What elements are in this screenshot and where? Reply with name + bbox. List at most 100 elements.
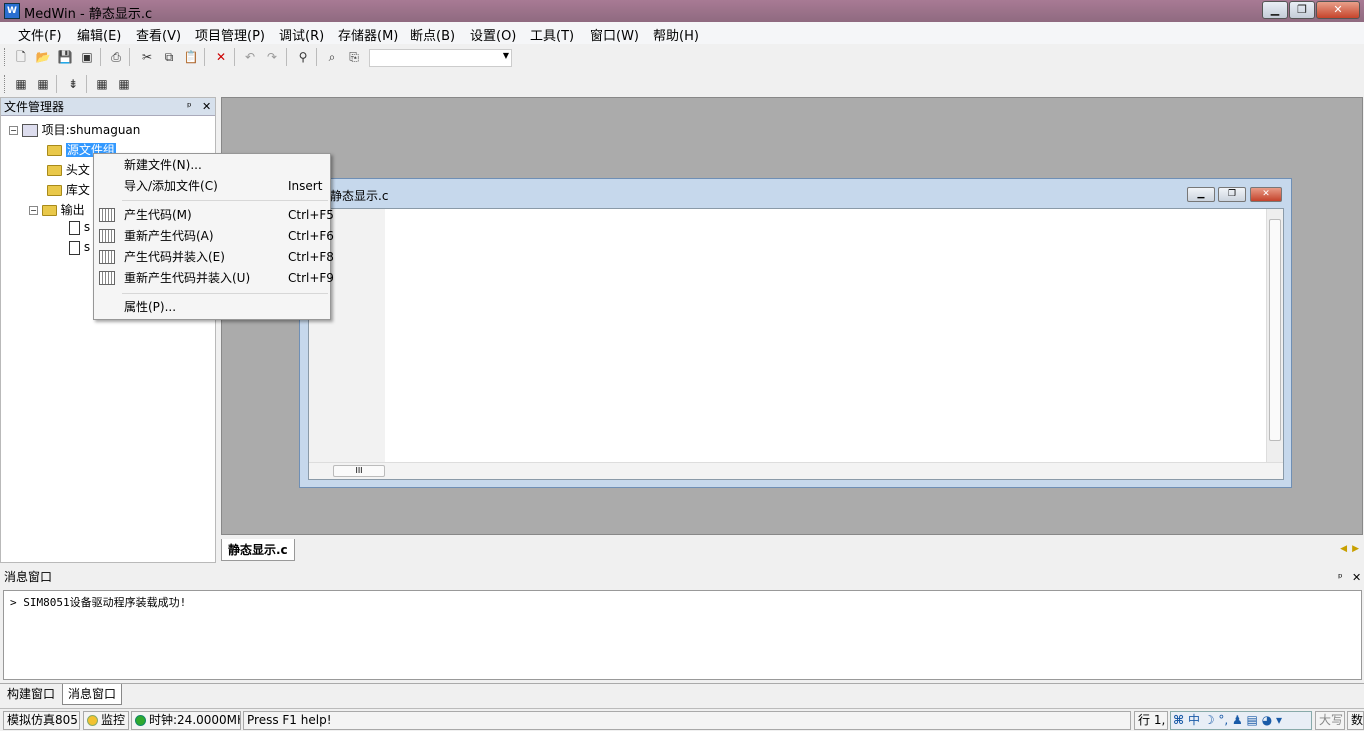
menu-breakpoint[interactable]: 断点(B) xyxy=(410,25,455,44)
menu-item-generate-and-load[interactable]: 产生代码并装入(E) Ctrl+F8 xyxy=(94,247,334,268)
message-window-title: 消息窗口 xyxy=(4,570,53,584)
file-manager-header: 文件管理器 ᵖ ✕ xyxy=(1,98,215,116)
status-line: 行 1, xyxy=(1134,711,1168,730)
monitor-indicator-icon xyxy=(87,715,98,726)
menu-item-new-file[interactable]: 新建文件(N)... xyxy=(94,155,330,176)
tree-folder-library[interactable]: 库文 xyxy=(47,181,90,198)
build-toolbar: ▦ ▦ ⇟ ▦ ▦ xyxy=(0,71,1364,97)
horizontal-scrollbar[interactable]: III xyxy=(309,462,1283,479)
scroll-thumb[interactable]: III xyxy=(333,465,385,477)
menu-view[interactable]: 查看(V) xyxy=(136,25,181,44)
menu-file[interactable]: 文件(F) xyxy=(18,25,62,44)
menu-settings[interactable]: 设置(O) xyxy=(470,25,516,44)
message-line: > SIM8051设备驱动程序装载成功! xyxy=(10,594,186,610)
status-help: Press F1 help! xyxy=(243,711,1131,730)
ime-status[interactable]: 中 ☽ °, ♟ ▤ ◕ ▾ xyxy=(1188,713,1282,727)
replace-icon[interactable]: ⎘ xyxy=(345,48,363,66)
load-icon[interactable]: ⇟ xyxy=(64,75,82,93)
regenerate-code-icon[interactable]: ▦ xyxy=(34,75,52,93)
tree-folder-label: 输出 xyxy=(60,203,85,217)
tab-static-display[interactable]: 静态显示.c xyxy=(221,539,295,561)
standard-toolbar: 🗋 📂 💾 ▣ ⎙ ✂ ⧉ 📋 ✕ ↶ ↷ ⚲ ⌕ ⎘ xyxy=(0,44,1364,70)
message-output[interactable]: > SIM8051设备驱动程序装载成功! xyxy=(3,590,1362,680)
paste-icon[interactable]: 📋 xyxy=(182,48,200,66)
tree-file-item[interactable]: s xyxy=(69,240,90,255)
menu-window[interactable]: 窗口(W) xyxy=(590,25,639,44)
message-window-header: 消息窗口 ᵖ ✕ xyxy=(0,568,1364,587)
menu-tools[interactable]: 工具(T) xyxy=(530,25,574,44)
regenerate-and-load-icon[interactable]: ▦ xyxy=(115,75,133,93)
child-minimize-button[interactable]: ▁ xyxy=(1187,187,1215,202)
menu-help[interactable]: 帮助(H) xyxy=(653,25,699,44)
copy-icon[interactable]: ⧉ xyxy=(160,48,178,66)
menu-item-properties[interactable]: 属性(P)... xyxy=(94,297,330,318)
generate-and-load-icon[interactable]: ▦ xyxy=(93,75,111,93)
ime-logo-icon[interactable]: ⌘ xyxy=(1173,713,1184,727)
minimize-button[interactable]: ▁ xyxy=(1262,1,1288,19)
tree-folder-header[interactable]: 头文 xyxy=(47,161,90,178)
tree-file-item[interactable]: s xyxy=(69,220,90,235)
find-in-files-icon[interactable]: ⌕ xyxy=(323,48,341,66)
pin-icon[interactable]: ᵖ xyxy=(187,98,192,116)
ime-toolbar[interactable]: ⌘ 中 ☽ °, ♟ ▤ ◕ ▾ xyxy=(1170,711,1312,730)
menu-separator xyxy=(122,200,328,201)
pin-icon[interactable]: ᵖ xyxy=(1338,568,1343,587)
menu-memory[interactable]: 存储器(M) xyxy=(338,25,398,44)
child-restore-button[interactable]: ❐ xyxy=(1218,187,1246,202)
tab-scroll-right-icon[interactable]: ▶ xyxy=(1352,544,1359,554)
child-close-button[interactable]: ✕ xyxy=(1250,187,1282,202)
status-caps: 大写 xyxy=(1315,711,1345,730)
file-icon xyxy=(69,240,80,255)
delete-icon[interactable]: ✕ xyxy=(212,48,230,66)
redo-icon[interactable]: ↷ xyxy=(263,48,281,66)
folder-icon xyxy=(47,145,62,156)
new-file-icon[interactable]: 🗋 xyxy=(12,48,30,66)
close-button[interactable]: ✕ xyxy=(1316,1,1360,19)
tab-message-window[interactable]: 消息窗口 xyxy=(62,684,123,705)
generate-and-load-icon xyxy=(99,250,115,264)
menu-separator xyxy=(122,293,328,294)
print-icon[interactable]: ⎙ xyxy=(107,48,125,66)
generate-code-icon[interactable]: ▦ xyxy=(12,75,30,93)
menu-item-import-file[interactable]: 导入/添加文件(C) Insert xyxy=(94,176,330,197)
save-all-icon[interactable]: ▣ xyxy=(78,48,96,66)
toolbar-grip[interactable] xyxy=(4,75,7,93)
status-clock-label: 时钟:24.0000MH xyxy=(149,713,241,727)
menu-debug[interactable]: 调试(R) xyxy=(279,25,324,44)
medwin-app-icon[interactable]: W xyxy=(4,3,20,19)
message-window: 消息窗口 ᵖ ✕ > SIM8051设备驱动程序装载成功! xyxy=(0,568,1364,682)
close-icon[interactable]: ✕ xyxy=(202,98,211,116)
find-binoculars-icon[interactable]: ⚲ xyxy=(294,48,312,66)
collapse-icon[interactable]: − xyxy=(9,126,18,135)
toolbar-grip[interactable] xyxy=(4,48,7,66)
search-combo[interactable]: ▼ xyxy=(369,49,512,67)
tree-folder-output[interactable]: − 输出 xyxy=(29,201,85,218)
menu-item-regenerate-code[interactable]: 重新产生代码(A) Ctrl+F6 xyxy=(94,226,334,247)
tree-file-label: s xyxy=(83,240,91,254)
toolbar-separator xyxy=(86,75,87,93)
open-folder-icon[interactable]: 📂 xyxy=(34,48,52,66)
code-editor[interactable]: III xyxy=(308,208,1284,480)
menu-edit[interactable]: 编辑(E) xyxy=(77,25,121,44)
collapse-icon[interactable]: − xyxy=(29,206,38,215)
maximize-button[interactable]: ❐ xyxy=(1289,1,1315,19)
tab-scroll-left-icon[interactable]: ◀ xyxy=(1340,544,1347,554)
save-icon[interactable]: 💾 xyxy=(56,48,74,66)
undo-icon[interactable]: ↶ xyxy=(241,48,259,66)
status-monitor: 监控 xyxy=(83,711,129,730)
window-title: MedWin - 静态显示.c xyxy=(24,7,153,22)
editor-child-window: 静态显示.c ▁ ❐ ✕ III xyxy=(299,178,1292,488)
chevron-down-icon[interactable]: ▼ xyxy=(503,51,509,60)
tab-build-window[interactable]: 构建窗口 xyxy=(2,684,60,705)
menu-project[interactable]: 项目管理(P) xyxy=(195,25,265,44)
regenerate-code-icon xyxy=(99,229,115,243)
file-icon xyxy=(69,220,80,235)
vertical-scrollbar[interactable] xyxy=(1266,209,1283,463)
close-icon[interactable]: ✕ xyxy=(1352,568,1361,587)
scroll-thumb[interactable] xyxy=(1269,219,1281,441)
cut-icon[interactable]: ✂ xyxy=(138,48,156,66)
menu-item-generate-code[interactable]: 产生代码(M) Ctrl+F5 xyxy=(94,205,334,226)
shortcut-label: Insert xyxy=(288,179,323,193)
menu-item-regenerate-and-load[interactable]: 重新产生代码并装入(U) Ctrl+F9 xyxy=(94,268,334,289)
tree-project-node[interactable]: − 项目:shumaguan xyxy=(9,121,140,138)
